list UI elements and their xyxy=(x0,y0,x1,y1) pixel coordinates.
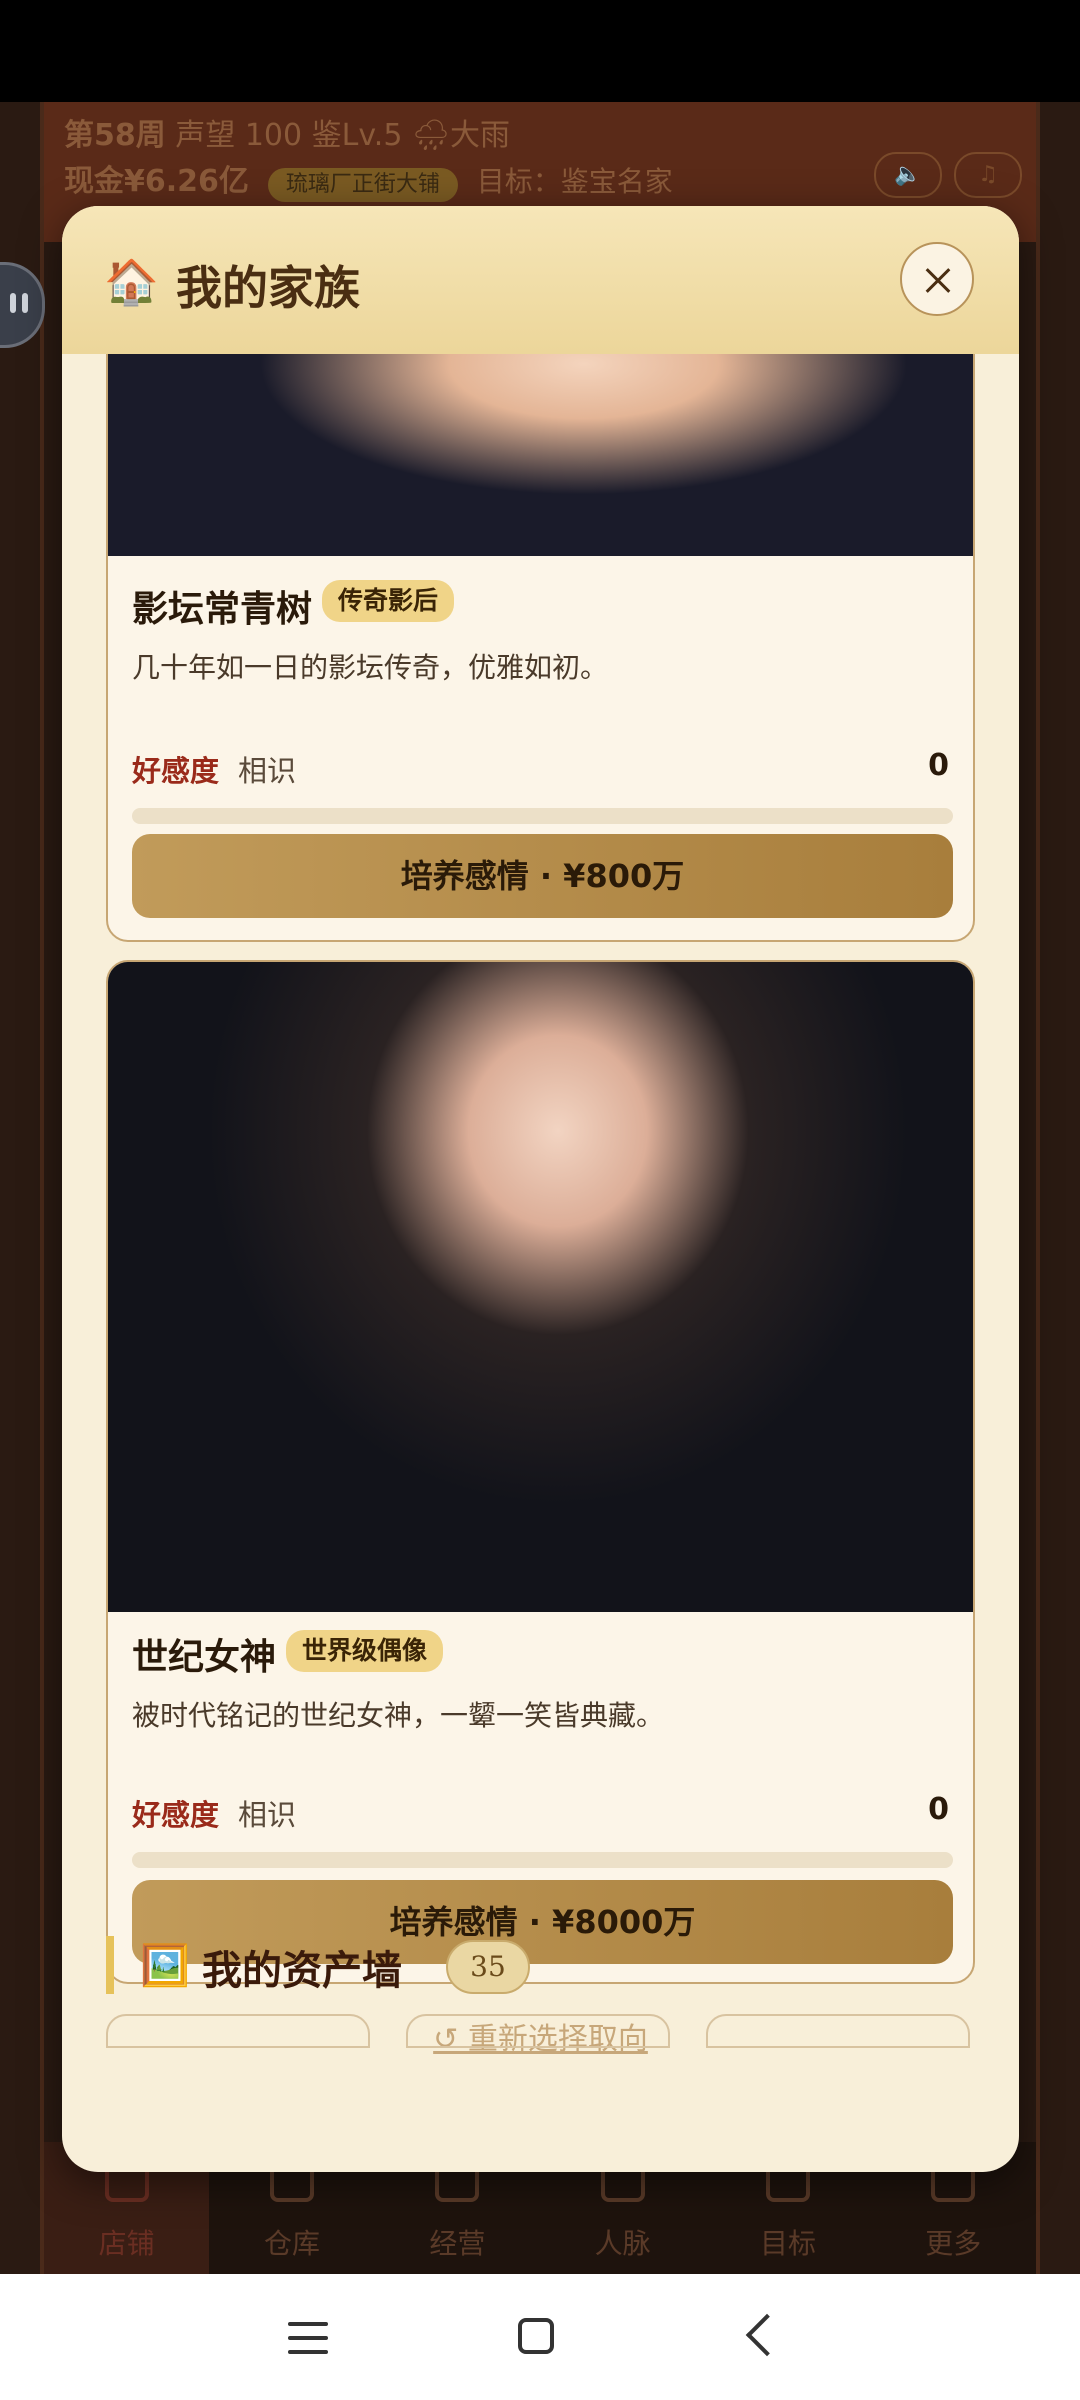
character-portrait xyxy=(108,354,973,556)
system-nav-bar xyxy=(0,2274,1080,2400)
character-portrait xyxy=(108,962,973,1612)
picture-icon: 🖼️ xyxy=(140,1943,190,1989)
cultivate-button[interactable]: 培养感情 · ¥800万 xyxy=(132,834,953,918)
modal-header: 🏠 我的家族 xyxy=(62,206,1019,354)
character-badge: 世界级偶像 xyxy=(286,1630,444,1672)
modal-body[interactable]: 影坛常青树 传奇影后 几十年如一日的影坛传奇，优雅如初。 好感度 相识 0 培养… xyxy=(62,354,1019,2172)
modal-title: 我的家族 xyxy=(176,261,360,315)
back-icon[interactable] xyxy=(745,2313,789,2357)
favor-level: 相识 xyxy=(238,1798,297,1832)
asset-wall-title: 我的资产墙 xyxy=(202,1948,402,1994)
favor-value: 0 xyxy=(928,748,949,783)
favor-label: 好感度 xyxy=(132,1798,220,1832)
goal-label: 目标：鉴宝名家 xyxy=(476,165,673,198)
character-description: 几十年如一日的影坛传奇，优雅如初。 xyxy=(132,651,609,684)
favor-value: 0 xyxy=(928,1792,949,1827)
appraisal-level: 鉴Lv.5 xyxy=(311,118,403,153)
family-modal: 🏠 我的家族 影坛常青树 传奇影后 几十年如一日的影坛传奇，优雅如初。 好感度 … xyxy=(62,206,1019,2172)
home-icon[interactable] xyxy=(518,2318,554,2354)
week-label: 第58周 xyxy=(64,118,166,153)
asset-tiles xyxy=(106,2014,975,2048)
character-badge: 传奇影后 xyxy=(322,580,455,622)
speaker-icon[interactable]: 🔈 xyxy=(874,152,942,198)
favor-label: 好感度 xyxy=(132,754,220,788)
asset-count-badge: 35 xyxy=(446,1940,530,1994)
music-icon[interactable]: ♫ xyxy=(954,152,1022,198)
reputation-label: 声望 100 xyxy=(175,118,303,153)
character-description: 被时代铭记的世纪女神，一颦一笑皆典藏。 xyxy=(132,1699,665,1732)
character-name: 影坛常青树 xyxy=(132,589,313,630)
shop-tag[interactable]: 琉璃厂正街大铺 xyxy=(267,168,458,202)
cash-label: 现金¥6.26亿 xyxy=(64,164,249,199)
character-name: 世纪女神 xyxy=(132,1637,277,1678)
favor-level: 相识 xyxy=(238,754,297,788)
close-icon[interactable] xyxy=(900,242,974,316)
menu-icon[interactable] xyxy=(288,2322,328,2354)
house-icon: 🏠 xyxy=(104,257,159,308)
character-card: 影坛常青树 传奇影后 几十年如一日的影坛传奇，优雅如初。 好感度 相识 0 培养… xyxy=(106,354,975,942)
status-bar xyxy=(0,0,1080,102)
favor-progress-bar xyxy=(132,808,953,824)
favor-progress-bar xyxy=(132,1852,953,1868)
weather-label: 🌧大雨 xyxy=(411,118,511,153)
character-card: 世纪女神 世界级偶像 被时代铭记的世纪女神，一颦一笑皆典藏。 好感度 相识 0 … xyxy=(106,960,975,1984)
